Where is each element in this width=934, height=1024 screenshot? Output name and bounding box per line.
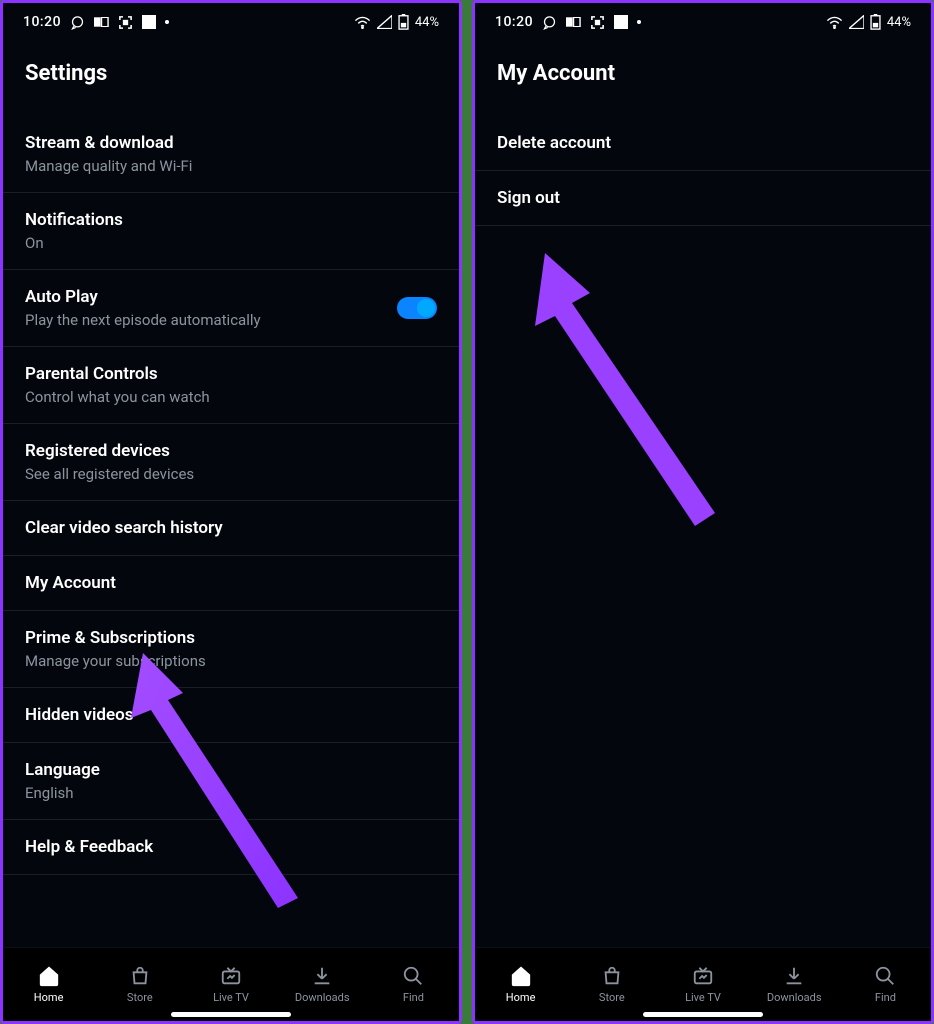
row-title: Hidden videos xyxy=(25,705,133,725)
store-icon xyxy=(129,965,151,987)
row-title: Registered devices xyxy=(25,441,194,461)
battery-icon xyxy=(870,14,881,30)
screenshot-settings: 10:20 xyxy=(0,0,462,1024)
row-title: Clear video search history xyxy=(25,518,223,538)
screenshot-my-account: 10:20 xyxy=(472,0,934,1024)
signal-icon xyxy=(849,15,864,29)
square-icon xyxy=(614,15,628,29)
row-title: Help & Feedback xyxy=(25,837,153,857)
bottom-nav: Home Store Live TV Downloads xyxy=(3,947,459,1021)
pill-icon xyxy=(566,17,581,27)
whatsapp-icon xyxy=(542,15,557,30)
nav-home[interactable]: Home xyxy=(475,965,566,1004)
overflow-dot xyxy=(637,20,641,24)
gesture-bar xyxy=(171,1012,291,1017)
nav-find[interactable]: Find xyxy=(840,965,931,1004)
downloads-icon xyxy=(783,965,805,987)
row-sign-out[interactable]: Sign out xyxy=(475,171,931,226)
nav-label: Downloads xyxy=(295,991,350,1004)
row-title: Sign out xyxy=(497,188,560,208)
row-sub: Play the next episode automatically xyxy=(25,311,261,329)
row-sub: Control what you can watch xyxy=(25,388,210,406)
row-registered-devices[interactable]: Registered devices See all registered de… xyxy=(3,424,459,501)
nav-find[interactable]: Find xyxy=(368,965,459,1004)
scan-icon xyxy=(590,15,605,30)
settings-list: Stream & download Manage quality and Wi-… xyxy=(3,116,459,947)
nav-downloads[interactable]: Downloads xyxy=(749,965,840,1004)
signal-icon xyxy=(377,15,392,29)
home-icon xyxy=(38,965,60,987)
status-bar: 10:20 xyxy=(3,3,459,41)
row-title: Stream & download xyxy=(25,133,192,153)
whatsapp-icon xyxy=(70,15,85,30)
nav-store[interactable]: Store xyxy=(94,965,185,1004)
row-title: Delete account xyxy=(497,133,611,153)
home-icon xyxy=(510,965,532,987)
row-title: Notifications xyxy=(25,210,123,230)
clock: 10:20 xyxy=(23,14,61,30)
scan-icon xyxy=(118,15,133,30)
nav-live-tv[interactable]: Live TV xyxy=(185,965,276,1004)
row-delete-account[interactable]: Delete account xyxy=(475,116,931,171)
row-language[interactable]: Language English xyxy=(3,743,459,820)
row-title: Auto Play xyxy=(25,287,261,307)
nav-label: Downloads xyxy=(767,991,822,1004)
row-parental-controls[interactable]: Parental Controls Control what you can w… xyxy=(3,347,459,424)
store-icon xyxy=(601,965,623,987)
nav-home[interactable]: Home xyxy=(3,965,94,1004)
battery-percent: 44% xyxy=(415,15,439,30)
row-help-feedback[interactable]: Help & Feedback xyxy=(3,820,459,875)
nav-label: Live TV xyxy=(685,991,721,1004)
pill-icon xyxy=(94,17,109,27)
clock: 10:20 xyxy=(495,14,533,30)
row-clear-history[interactable]: Clear video search history xyxy=(3,501,459,556)
find-icon xyxy=(402,965,424,987)
find-icon xyxy=(874,965,896,987)
nav-label: Live TV xyxy=(213,991,249,1004)
row-sub: Manage your subscriptions xyxy=(25,652,206,670)
nav-label: Store xyxy=(599,991,625,1004)
status-bar: 10:20 xyxy=(475,3,931,41)
nav-label: Find xyxy=(875,991,896,1004)
row-sub: English xyxy=(25,784,100,802)
row-sub: Manage quality and Wi-Fi xyxy=(25,157,192,175)
nav-downloads[interactable]: Downloads xyxy=(277,965,368,1004)
row-notifications[interactable]: Notifications On xyxy=(3,193,459,270)
battery-percent: 44% xyxy=(887,15,911,30)
nav-live-tv[interactable]: Live TV xyxy=(657,965,748,1004)
nav-store[interactable]: Store xyxy=(566,965,657,1004)
row-title: My Account xyxy=(25,573,116,593)
row-auto-play[interactable]: Auto Play Play the next episode automati… xyxy=(3,270,459,347)
row-prime-subscriptions[interactable]: Prime & Subscriptions Manage your subscr… xyxy=(3,611,459,688)
row-title: Language xyxy=(25,760,100,780)
page-title: Settings xyxy=(3,41,459,116)
livetv-icon xyxy=(220,965,242,987)
row-title: Parental Controls xyxy=(25,364,210,384)
livetv-icon xyxy=(692,965,714,987)
overflow-dot xyxy=(165,20,169,24)
nav-label: Find xyxy=(403,991,424,1004)
nav-label: Store xyxy=(127,991,153,1004)
row-my-account[interactable]: My Account xyxy=(3,556,459,611)
row-title: Prime & Subscriptions xyxy=(25,628,206,648)
page-title: My Account xyxy=(475,41,931,116)
wifi-icon xyxy=(354,15,371,29)
row-hidden-videos[interactable]: Hidden videos xyxy=(3,688,459,743)
nav-label: Home xyxy=(506,991,536,1004)
autoplay-toggle[interactable] xyxy=(397,297,437,319)
nav-label: Home xyxy=(34,991,64,1004)
row-stream-download[interactable]: Stream & download Manage quality and Wi-… xyxy=(3,116,459,193)
row-sub: On xyxy=(25,234,123,252)
account-list: Delete account Sign out xyxy=(475,116,931,947)
bottom-nav: Home Store Live TV Downloads xyxy=(475,947,931,1021)
wifi-icon xyxy=(826,15,843,29)
gesture-bar xyxy=(643,1012,763,1017)
square-icon xyxy=(142,15,156,29)
downloads-icon xyxy=(311,965,333,987)
battery-icon xyxy=(398,14,409,30)
row-sub: See all registered devices xyxy=(25,465,194,483)
